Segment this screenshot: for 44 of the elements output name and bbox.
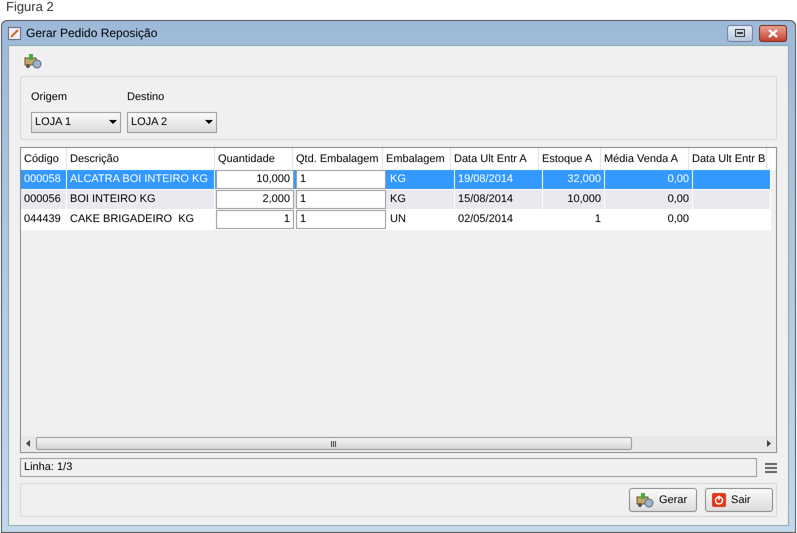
- scroll-thumb[interactable]: [36, 437, 632, 450]
- horizontal-scrollbar[interactable]: [22, 436, 775, 451]
- exit-button[interactable]: Sair: [705, 488, 773, 512]
- scroll-right-icon: [767, 440, 771, 447]
- dropdown-arrow-icon: [205, 120, 213, 124]
- table-cell-text: BOI INTEIRO KG: [70, 192, 156, 208]
- table-cell-text: 1: [594, 212, 601, 228]
- status-text: Linha: 1/3: [24, 460, 72, 476]
- table-cell-text: 32,000: [567, 172, 601, 188]
- close-icon: [768, 28, 778, 38]
- restore-button[interactable]: [727, 24, 753, 42]
- app-icon: [8, 26, 21, 40]
- table-cell-text: 000058: [24, 172, 61, 188]
- window-title: Gerar Pedido Reposição: [26, 25, 158, 42]
- table-cell-text: 0,00: [668, 172, 689, 188]
- close-button[interactable]: [759, 24, 787, 42]
- table-cell-text: 000056: [24, 192, 61, 208]
- filter-label: Origem: [31, 90, 68, 105]
- generate-button[interactable]: Gerar: [629, 488, 697, 512]
- table-cell-text: 0,00: [668, 212, 689, 228]
- restore-icon: [735, 29, 745, 37]
- table-cell-text: ALCATRA BOI INTEIRO KG: [70, 172, 208, 188]
- grip-icon: [331, 440, 337, 446]
- scroll-left-icon: [26, 440, 30, 447]
- menu-icon[interactable]: [765, 462, 777, 472]
- table-cell-text: CAKE BRIGADEIRO KG: [70, 212, 194, 228]
- dropdown-arrow-icon: [109, 120, 117, 124]
- toolbar-button[interactable]: [23, 52, 43, 70]
- table-cell-text: 02/05/2014: [458, 212, 514, 228]
- table-cell-text: KG: [390, 192, 406, 208]
- table-cell-text: 15/08/2014: [458, 192, 514, 208]
- table-cell-text: 044439: [24, 212, 61, 228]
- truck-icon: [24, 53, 42, 69]
- figure-caption: Figura 2: [6, 0, 54, 14]
- store-dropdown[interactable]: LOJA 1: [31, 112, 121, 132]
- filter-label: Destino: [127, 90, 166, 105]
- table-cell-text: KG: [390, 172, 406, 188]
- table-cell-text: UN: [390, 212, 406, 228]
- table-cell-text: 10,000: [567, 192, 601, 208]
- truck-icon: [636, 492, 654, 508]
- store-dropdown[interactable]: LOJA 2: [127, 112, 217, 132]
- table-cell-text: 0,00: [668, 192, 689, 208]
- table-cell-text: 19/08/2014: [458, 172, 514, 188]
- power-icon: [712, 493, 726, 507]
